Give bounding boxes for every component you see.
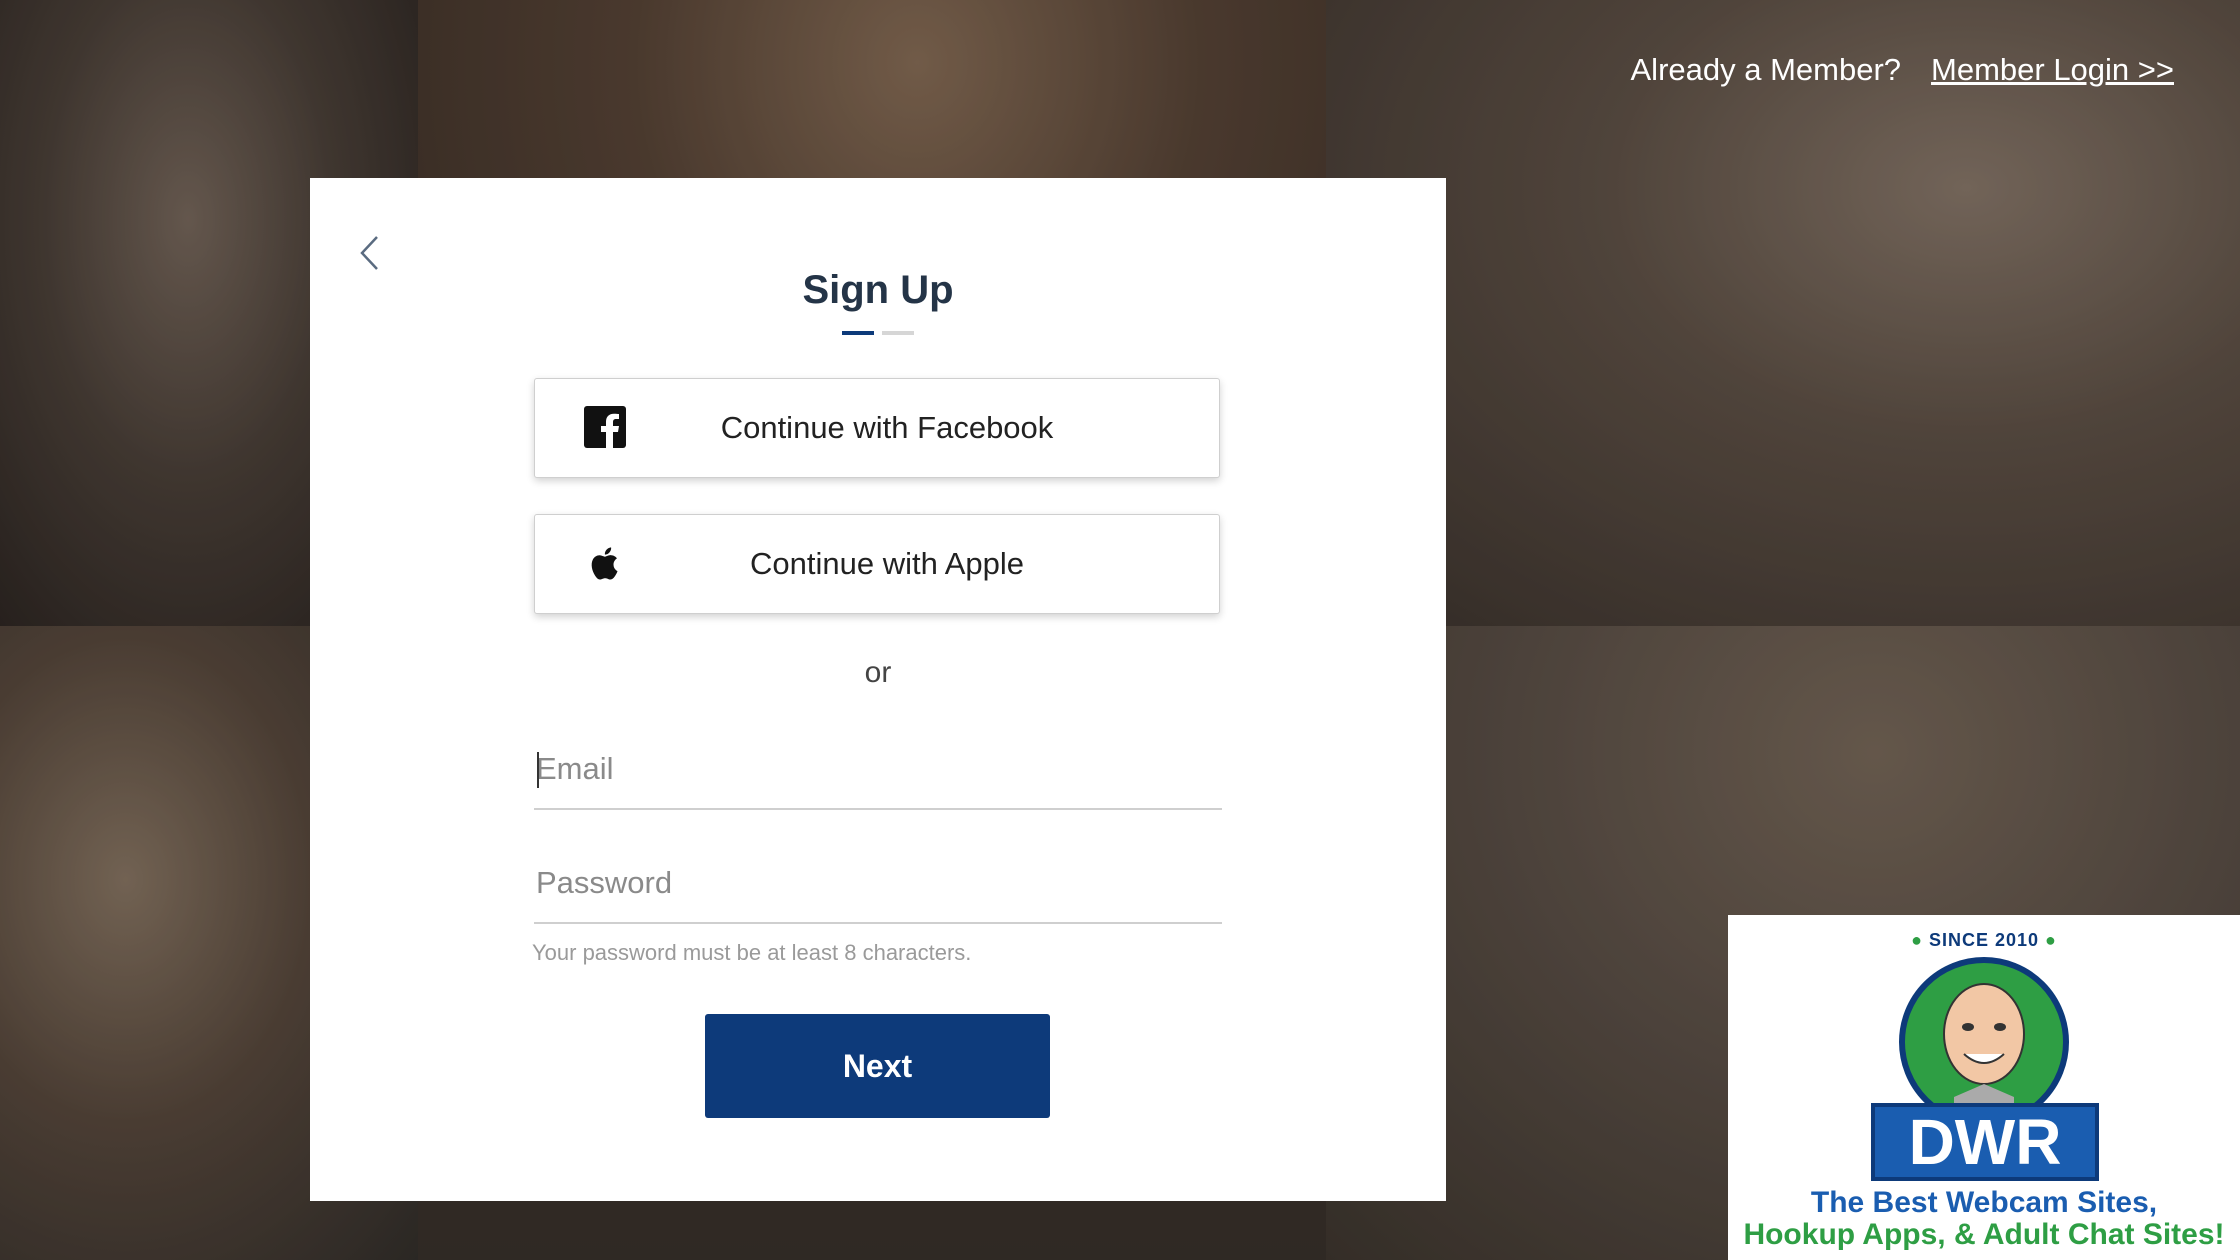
member-login-bar: Already a Member? Member Login >> bbox=[1631, 52, 2175, 88]
apple-icon bbox=[591, 547, 618, 580]
dot-icon: ● bbox=[2045, 930, 2057, 950]
badge-tagline-2: Hookup Apps, & Adult Chat Sites! bbox=[1743, 1218, 2225, 1251]
page-title: Sign Up bbox=[802, 268, 954, 312]
since-text: SINCE 2010 bbox=[1928, 930, 2040, 950]
step-1-indicator bbox=[842, 331, 874, 335]
facebook-button-label: Continue with Facebook bbox=[720, 410, 1054, 445]
dwr-logo: DWR bbox=[1871, 1103, 2099, 1181]
chevron-left-icon bbox=[360, 236, 378, 270]
member-prompt: Already a Member? bbox=[1630, 52, 1902, 87]
next-button[interactable]: Next bbox=[705, 1014, 1050, 1118]
step-2-indicator bbox=[882, 331, 914, 335]
mascot-avatar bbox=[1899, 957, 2069, 1127]
text-caret bbox=[537, 752, 539, 788]
password-hint: Your password must be at least 8 charact… bbox=[532, 940, 972, 965]
password-input[interactable] bbox=[534, 844, 1222, 922]
apple-button-label: Continue with Apple bbox=[749, 546, 1025, 581]
continue-with-facebook-button[interactable]: Continue with Facebook bbox=[534, 378, 1220, 478]
mascot-face-icon bbox=[1943, 983, 2025, 1112]
facebook-icon bbox=[584, 406, 626, 449]
signup-modal: Sign Up Continue with Facebook Continue … bbox=[310, 178, 1446, 1201]
or-divider: or bbox=[864, 656, 892, 689]
email-input[interactable] bbox=[534, 730, 1222, 808]
member-login-link[interactable]: Member Login >> bbox=[1931, 52, 2174, 88]
dwr-badge[interactable]: ● SINCE 2010 ● DWR The Best Webcam Sites… bbox=[1728, 915, 2240, 1260]
since-label: ● SINCE 2010 ● bbox=[1728, 930, 2240, 951]
badge-tagline-1: The Best Webcam Sites, bbox=[1810, 1186, 2158, 1219]
step-indicator bbox=[842, 331, 914, 335]
continue-with-apple-button[interactable]: Continue with Apple bbox=[534, 514, 1220, 614]
email-field[interactable] bbox=[534, 730, 1222, 810]
password-field[interactable] bbox=[534, 844, 1222, 924]
dot-icon: ● bbox=[1911, 930, 1923, 950]
